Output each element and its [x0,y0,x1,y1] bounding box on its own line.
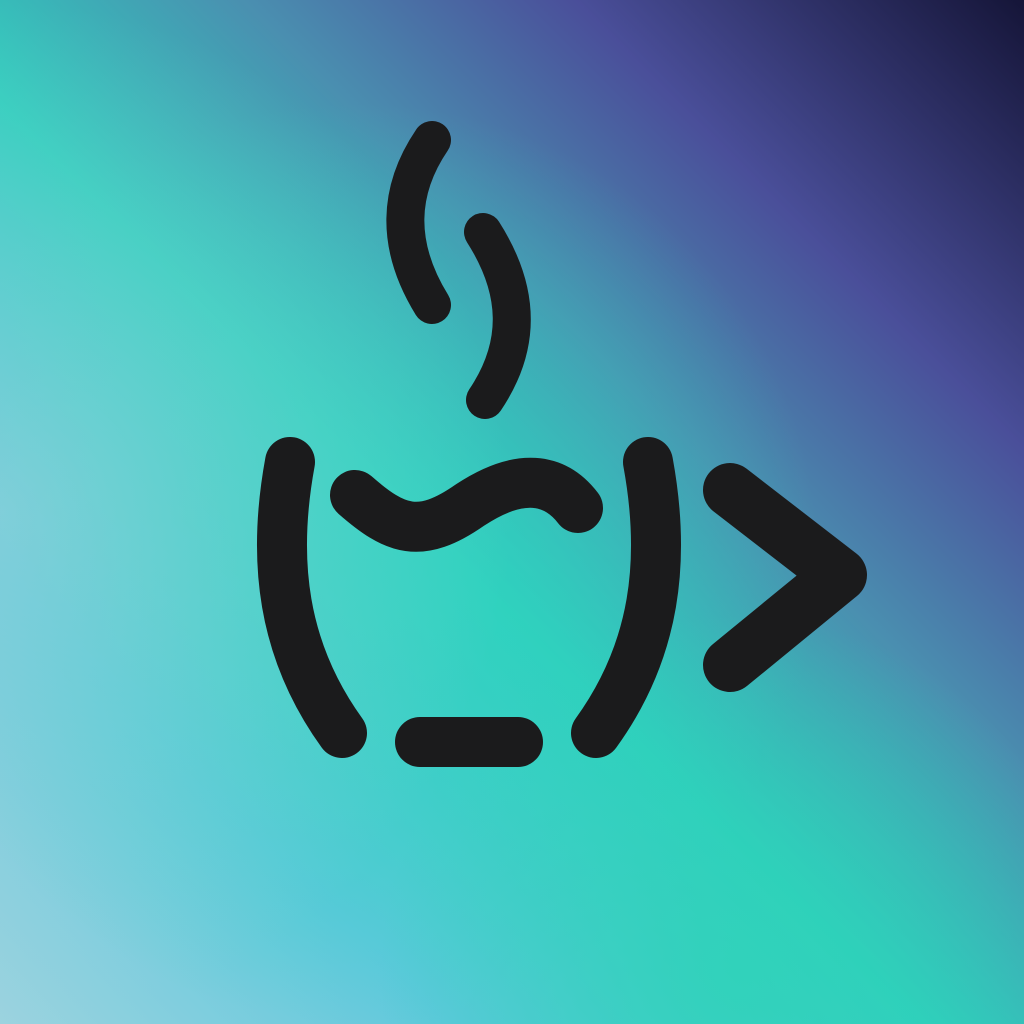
steam-icon [386,121,531,419]
coffee-cup-terminal-icon [256,121,867,767]
coffee-cup-icon [256,437,682,767]
prompt-chevron-icon [703,463,867,692]
app-icon [0,0,1024,1024]
